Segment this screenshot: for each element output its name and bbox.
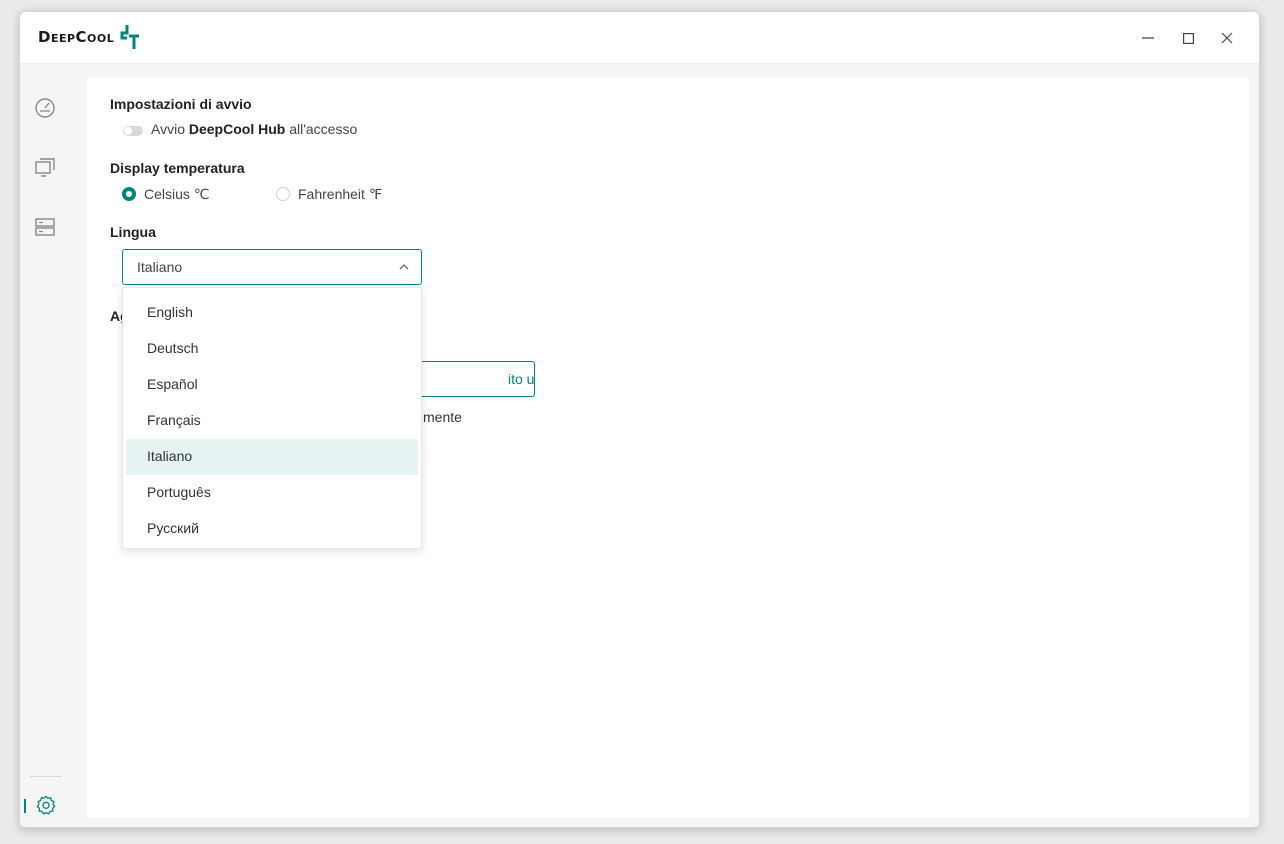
sidebar: [20, 65, 74, 827]
startup-label-suffix: all'accesso: [285, 121, 358, 137]
startup-label-prefix: Avvio: [151, 121, 189, 137]
close-button[interactable]: [1215, 26, 1239, 50]
language-option-francais[interactable]: Français: [126, 403, 418, 439]
official-site-button-label: ito ufficiale: [508, 371, 535, 387]
language-dropdown-menu: English Deutsch Español Français Italian…: [122, 287, 422, 549]
language-select-value: Italiano: [137, 259, 183, 275]
language-option-portugues[interactable]: Português: [126, 475, 418, 511]
startup-toggle-label: Avvio DeepCool Hub all'accesso: [151, 121, 357, 137]
language-option-deutsch[interactable]: Deutsch: [126, 331, 418, 367]
sidebar-item-storage[interactable]: [33, 215, 57, 239]
minimize-button[interactable]: [1136, 26, 1160, 50]
celsius-label: Celsius ℃: [144, 186, 210, 202]
app-window: DeepCool Impostazioni di avvio Avvio Dee…: [19, 11, 1260, 828]
language-option-italiano[interactable]: Italiano: [126, 439, 418, 475]
logo-text: DeepCool: [38, 28, 115, 46]
chevron-up-icon: [399, 264, 409, 270]
active-indicator: [24, 799, 26, 813]
language-select[interactable]: Italiano: [122, 249, 422, 285]
startup-toggle[interactable]: [123, 126, 143, 136]
sidebar-item-devices[interactable]: [33, 156, 57, 180]
dashboard-gauge-icon: [35, 98, 55, 118]
storage-server-icon: [35, 218, 55, 236]
language-option-english[interactable]: English: [126, 295, 418, 331]
startup-label-app-name: DeepCool Hub: [188, 121, 286, 137]
sidebar-item-settings[interactable]: [34, 793, 58, 817]
maximize-icon: [1182, 32, 1194, 44]
language-option-russian[interactable]: Русский: [126, 511, 418, 547]
fahrenheit-radio[interactable]: [276, 187, 290, 201]
monitor-devices-icon: [35, 158, 55, 177]
close-icon: [1221, 32, 1233, 44]
sidebar-item-dashboard[interactable]: [33, 96, 57, 120]
startup-settings-title: Impostazioni di avvio: [110, 96, 252, 112]
temperature-display-title: Display temperatura: [110, 160, 245, 176]
maximize-button[interactable]: [1176, 26, 1200, 50]
settings-panel: Impostazioni di avvio Avvio DeepCool Hub…: [87, 77, 1249, 818]
sidebar-divider: [30, 776, 62, 777]
deepcool-logo: DeepCool: [38, 24, 142, 50]
language-option-espanol[interactable]: Español: [126, 367, 418, 403]
deepcool-logo-mark-icon: [120, 25, 140, 49]
title-bar: DeepCool: [20, 12, 1259, 64]
fahrenheit-label: Fahrenheit ℉: [298, 186, 383, 202]
gear-icon: [36, 795, 56, 815]
celsius-radio[interactable]: [122, 187, 136, 201]
auto-update-label-partial: mente: [423, 409, 462, 425]
language-title: Lingua: [110, 224, 156, 240]
minimize-icon: [1142, 37, 1154, 39]
